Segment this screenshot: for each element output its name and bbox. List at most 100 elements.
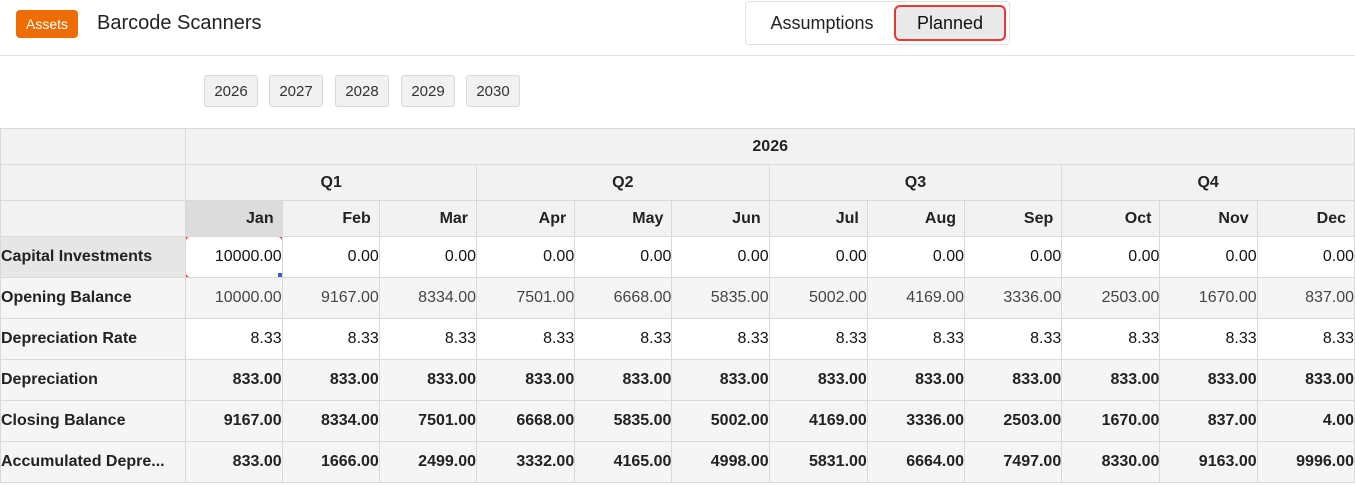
month-header-mar: Mar [378, 200, 478, 237]
month-header-apr: Apr [476, 200, 576, 237]
header-corner [0, 128, 187, 165]
capital-investments-cell-sep[interactable]: 0.00 [964, 236, 1063, 278]
accumulated-depreciation-cell-nov: 9163.00 [1159, 441, 1258, 483]
closing-balance-cell-feb: 8334.00 [281, 400, 380, 442]
row-label-capital-investments: Capital Investments [0, 236, 187, 278]
table-row-opening-balance: Opening Balance 10000.00 9167.00 8334.00 750… [0, 277, 1355, 319]
page-header: Assets Barcode Scanners Assumptions Plan… [0, 0, 1355, 56]
capital-investments-cell-oct[interactable]: 0.00 [1061, 236, 1161, 278]
table-row-depreciation-rate: Depreciation Rate 8.33 8.33 8.33 8.33 8.33 8.3… [0, 318, 1355, 360]
month-header-aug: Aug [866, 200, 966, 237]
page-title: Barcode Scanners [97, 12, 262, 34]
accumulated-depreciation-cell-jun: 4998.00 [671, 441, 770, 483]
closing-balance-cell-nov: 837.00 [1159, 400, 1258, 442]
depreciation-rate-cell-may[interactable]: 8.33 [574, 318, 673, 360]
row-label-opening-balance: Opening Balance [0, 277, 187, 319]
year-button-2027[interactable]: 2027 [269, 75, 323, 107]
opening-balance-cell-oct: 2503.00 [1061, 277, 1161, 319]
depreciation-cell-feb: 833.00 [281, 359, 380, 401]
closing-balance-cell-aug: 3336.00 [866, 400, 966, 442]
accumulated-depreciation-cell-jul: 5831.00 [768, 441, 868, 483]
opening-balance-cell-jan: 10000.00 [185, 277, 283, 319]
depreciation-cell-dec: 833.00 [1256, 359, 1355, 401]
depreciation-cell-jan: 833.00 [185, 359, 283, 401]
assets-badge[interactable]: Assets [16, 10, 79, 38]
closing-balance-cell-mar: 7501.00 [378, 400, 478, 442]
opening-balance-cell-may: 6668.00 [574, 277, 673, 319]
depreciation-rate-cell-jun[interactable]: 8.33 [671, 318, 770, 360]
quarter-header-q3: Q3 [768, 164, 1063, 201]
fill-handle[interactable] [277, 273, 282, 277]
accumulated-depreciation-cell-feb: 1666.00 [281, 441, 380, 483]
depreciation-table: 2026 Q1 Q2 Q3 Q4 Jan Feb Mar Apr May Jun Jul Au… [0, 128, 1355, 483]
closing-balance-cell-oct: 1670.00 [1061, 400, 1161, 442]
planned-tab[interactable]: Planned [894, 5, 1006, 41]
month-header-jul: Jul [768, 200, 868, 237]
table-row-depreciation: Depreciation 833.00 833.00 833.00 833.00 833.… [0, 359, 1355, 401]
opening-balance-cell-nov: 1670.00 [1159, 277, 1258, 319]
view-toggle: Assumptions Planned [745, 1, 1010, 45]
year-button-2026[interactable]: 2026 [204, 75, 258, 107]
month-header-sep: Sep [964, 200, 1063, 237]
closing-balance-cell-jan: 9167.00 [185, 400, 283, 442]
opening-balance-cell-mar: 8334.00 [378, 277, 478, 319]
accumulated-depreciation-cell-oct: 8330.00 [1061, 441, 1161, 483]
depreciation-cell-mar: 833.00 [378, 359, 478, 401]
year-button-2028[interactable]: 2028 [335, 75, 389, 107]
header-corner [0, 164, 187, 201]
table-row-accumulated-depreciation: Accumulated Depre... 833.00 1666.00 2499.00… [0, 441, 1355, 483]
depreciation-rate-cell-feb[interactable]: 8.33 [281, 318, 380, 360]
capital-investments-cell-jan[interactable]: 10000.00 [185, 236, 283, 278]
depreciation-rate-cell-nov[interactable]: 8.33 [1159, 318, 1258, 360]
capital-investments-cell-feb[interactable]: 0.00 [281, 236, 380, 278]
accumulated-depreciation-cell-jan: 833.00 [185, 441, 283, 483]
capital-investments-cell-apr[interactable]: 0.00 [476, 236, 576, 278]
capital-investments-cell-jul[interactable]: 0.00 [768, 236, 868, 278]
assumptions-tab[interactable]: Assumptions [756, 5, 888, 41]
year-header: 2026 [185, 128, 1355, 165]
quarter-header-q4: Q4 [1061, 164, 1355, 201]
depreciation-rate-cell-dec[interactable]: 8.33 [1256, 318, 1355, 360]
depreciation-cell-jul: 833.00 [768, 359, 868, 401]
depreciation-cell-nov: 833.00 [1159, 359, 1258, 401]
closing-balance-cell-sep: 2503.00 [964, 400, 1063, 442]
opening-balance-cell-sep: 3336.00 [964, 277, 1063, 319]
depreciation-cell-jun: 833.00 [671, 359, 770, 401]
month-header-may: May [574, 200, 673, 237]
depreciation-rate-cell-mar[interactable]: 8.33 [378, 318, 478, 360]
capital-investments-cell-aug[interactable]: 0.00 [866, 236, 966, 278]
closing-balance-cell-may: 5835.00 [574, 400, 673, 442]
capital-investments-cell-mar[interactable]: 0.00 [378, 236, 478, 278]
opening-balance-cell-dec: 837.00 [1256, 277, 1355, 319]
capital-investments-cell-nov[interactable]: 0.00 [1159, 236, 1258, 278]
depreciation-cell-apr: 833.00 [476, 359, 576, 401]
row-label-accumulated-depreciation: Accumulated Depre... [0, 441, 187, 483]
year-button-2030[interactable]: 2030 [466, 75, 520, 107]
depreciation-rate-cell-aug[interactable]: 8.33 [866, 318, 966, 360]
depreciation-rate-cell-jul[interactable]: 8.33 [768, 318, 868, 360]
opening-balance-cell-jun: 5835.00 [671, 277, 770, 319]
table-row-closing-balance: Closing Balance 9167.00 8334.00 7501.00 6668… [0, 400, 1355, 442]
selection-highlight [186, 237, 282, 277]
capital-investments-cell-dec[interactable]: 0.00 [1256, 236, 1355, 278]
accumulated-depreciation-cell-dec: 9996.00 [1256, 441, 1355, 483]
capital-investments-cell-may[interactable]: 0.00 [574, 236, 673, 278]
closing-balance-cell-jul: 4169.00 [768, 400, 868, 442]
table-row-capital-investments: Capital Investments 10000.00 0.00 0.00 0.00 0… [0, 236, 1355, 278]
month-header-jun: Jun [671, 200, 770, 237]
year-button-2029[interactable]: 2029 [401, 75, 455, 107]
accumulated-depreciation-cell-aug: 6664.00 [866, 441, 966, 483]
closing-balance-cell-jun: 5002.00 [671, 400, 770, 442]
depreciation-cell-sep: 833.00 [964, 359, 1063, 401]
depreciation-rate-cell-apr[interactable]: 8.33 [476, 318, 576, 360]
header-corner [0, 200, 187, 237]
accumulated-depreciation-cell-apr: 3332.00 [476, 441, 576, 483]
quarter-header-q2: Q2 [476, 164, 770, 201]
depreciation-rate-cell-sep[interactable]: 8.33 [964, 318, 1063, 360]
row-label-depreciation: Depreciation [0, 359, 187, 401]
depreciation-cell-aug: 833.00 [866, 359, 966, 401]
capital-investments-cell-jun[interactable]: 0.00 [671, 236, 770, 278]
row-label-closing-balance: Closing Balance [0, 400, 187, 442]
depreciation-rate-cell-oct[interactable]: 8.33 [1061, 318, 1161, 360]
depreciation-rate-cell-jan[interactable]: 8.33 [185, 318, 283, 360]
